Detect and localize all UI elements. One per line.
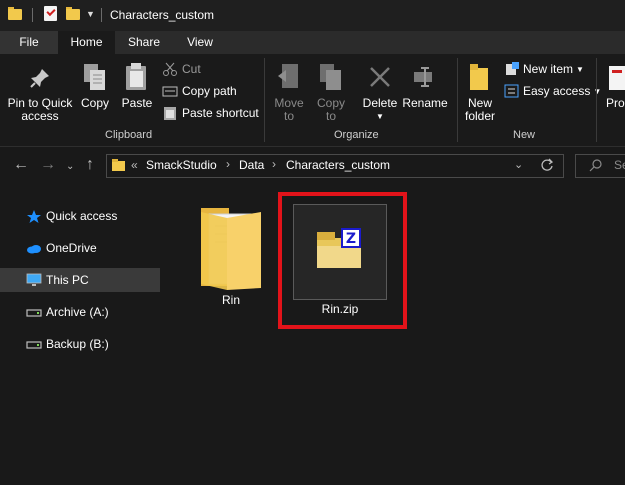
sidebar-item-archive[interactable]: Archive (A:) (0, 300, 160, 324)
folder-icon (201, 208, 261, 290)
new-item-label: New item (523, 62, 574, 76)
tab-file[interactable]: File (0, 31, 58, 54)
sidebar-item-this-pc[interactable]: This PC (0, 268, 160, 292)
paste-shortcut-label: Paste shortcut (182, 106, 259, 120)
sidebar-item-onedrive[interactable]: OneDrive (0, 236, 160, 260)
customize-quick-access-icon[interactable]: ▼ (86, 9, 95, 19)
tab-view[interactable]: View (172, 31, 228, 54)
breadcrumb-separator-icon[interactable]: › (226, 157, 230, 171)
recent-locations-chevron-icon[interactable]: ⌄ (66, 161, 74, 172)
breadcrumb-characters-custom[interactable]: Characters_custom (286, 158, 390, 172)
highlight-annotation (278, 192, 407, 329)
chevron-down-icon: ▼ (576, 64, 584, 74)
properties-quick-icon[interactable] (44, 6, 57, 21)
chevron-down-icon: ▼ (376, 112, 384, 121)
refresh-icon[interactable] (540, 158, 554, 172)
chevron-down-icon: ▼ (593, 86, 602, 96)
copy-button-label: Copy (80, 96, 109, 110)
organize-group-label: Organize (334, 129, 379, 141)
pin-icon (30, 69, 49, 88)
move-to-label: Move to (274, 96, 304, 123)
easy-access-icon (504, 84, 519, 98)
sidebar-item-label: Backup (B:) (46, 337, 109, 351)
breadcrumb-overflow[interactable]: « (131, 158, 138, 172)
copy-icon (84, 64, 105, 90)
tab-share[interactable]: Share (116, 31, 172, 54)
copy-to-label: Copy to (316, 96, 345, 123)
search-placeholder: Se (614, 158, 625, 172)
breadcrumb-smackstudio[interactable]: SmackStudio (146, 158, 217, 172)
rename-icon (414, 67, 432, 87)
back-arrow-icon[interactable]: ← (13, 156, 29, 174)
address-dropdown-chevron-icon[interactable]: ⌄ (514, 158, 523, 171)
monitor-icon (26, 273, 42, 286)
move-to-icon (278, 64, 298, 88)
easy-access-button[interactable]: Easy access ▼ (504, 84, 601, 98)
new-folder-quick-icon[interactable] (66, 7, 80, 20)
sidebar-item-label: OneDrive (46, 241, 97, 255)
paste-icon (126, 63, 146, 90)
cut-button[interactable]: Cut (162, 62, 201, 76)
divider (32, 8, 33, 22)
paste-shortcut-button[interactable]: Paste shortcut (162, 106, 259, 120)
breadcrumb-data[interactable]: Data (239, 158, 264, 172)
window-title: Characters_custom (110, 8, 215, 22)
drive-icon (26, 309, 42, 317)
delete-icon (370, 67, 390, 87)
new-folder-label: New folder (464, 96, 496, 123)
ribbon-tabs: File Home Share View (0, 31, 625, 54)
group-divider (264, 58, 265, 142)
new-group-label: New (513, 129, 536, 141)
copy-path-button[interactable]: Copy path (162, 84, 237, 98)
star-icon (27, 210, 41, 223)
sidebar-item-quick-access[interactable]: Quick access (0, 204, 160, 228)
folder-icon (112, 159, 125, 171)
scissors-icon (163, 62, 177, 76)
sidebar-item-label: This PC (46, 273, 89, 287)
delete-label: Delete (362, 96, 398, 110)
breadcrumb-separator-icon[interactable]: › (272, 157, 276, 171)
sidebar-item-label: Quick access (46, 209, 118, 223)
divider (101, 8, 102, 22)
new-item-button[interactable]: New item ▼ (504, 62, 584, 76)
folder-icon[interactable] (8, 7, 22, 20)
properties-label: Prop (606, 96, 625, 110)
search-icon (589, 159, 602, 172)
tab-home[interactable]: Home (58, 31, 115, 54)
paste-button-label: Paste (121, 96, 153, 110)
cloud-icon (27, 245, 41, 254)
forward-arrow-icon[interactable]: → (40, 156, 56, 174)
sidebar-item-label: Archive (A:) (46, 305, 109, 319)
rename-label: Rename (402, 96, 448, 110)
new-item-icon (506, 62, 519, 75)
up-arrow-icon[interactable]: ↑ (86, 156, 94, 174)
paste-shortcut-icon (164, 107, 176, 120)
cut-label: Cut (182, 62, 201, 76)
drive-icon (26, 341, 42, 349)
copy-path-label: Copy path (182, 84, 237, 98)
clipboard-group-label: Clipboard (105, 129, 153, 141)
properties-icon (609, 66, 625, 90)
group-divider (596, 58, 597, 142)
easy-access-label: Easy access (523, 84, 591, 98)
sidebar-item-backup[interactable]: Backup (B:) (0, 332, 160, 356)
pin-button-label: Pin to Quick access (7, 96, 73, 123)
title-bar: ▼ Characters_custom (0, 0, 625, 31)
group-divider (457, 58, 458, 142)
new-folder-icon (470, 64, 488, 90)
file-name: Rin (221, 293, 240, 307)
copy-to-icon (320, 64, 341, 90)
copy-path-icon (162, 86, 178, 97)
